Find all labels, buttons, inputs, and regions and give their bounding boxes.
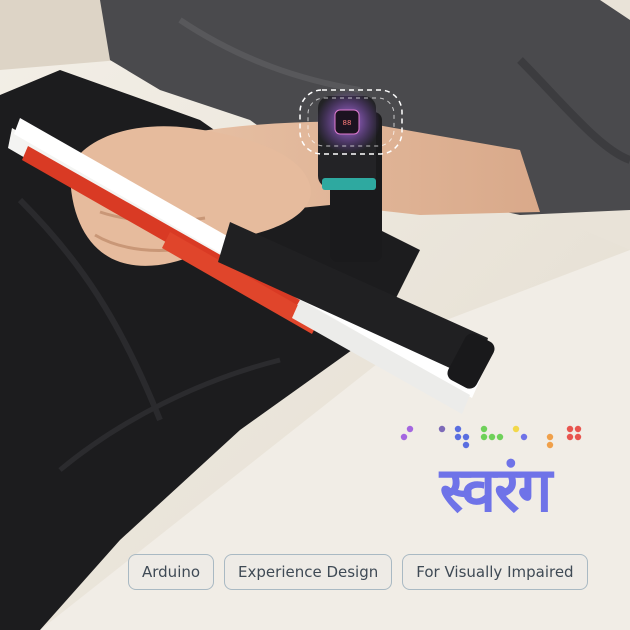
svg-text:88: 88 [343, 119, 352, 127]
tag-experience-design: Experience Design [224, 554, 393, 590]
tag-arduino: Arduino [128, 554, 215, 590]
tag-list: Arduino Experience Design For Visually I… [128, 554, 588, 590]
tag-for-visually-impaired: For Visually Impaired [402, 554, 588, 590]
project-title: स्वरंग [439, 453, 553, 526]
photo-scene: 88 [0, 0, 630, 630]
